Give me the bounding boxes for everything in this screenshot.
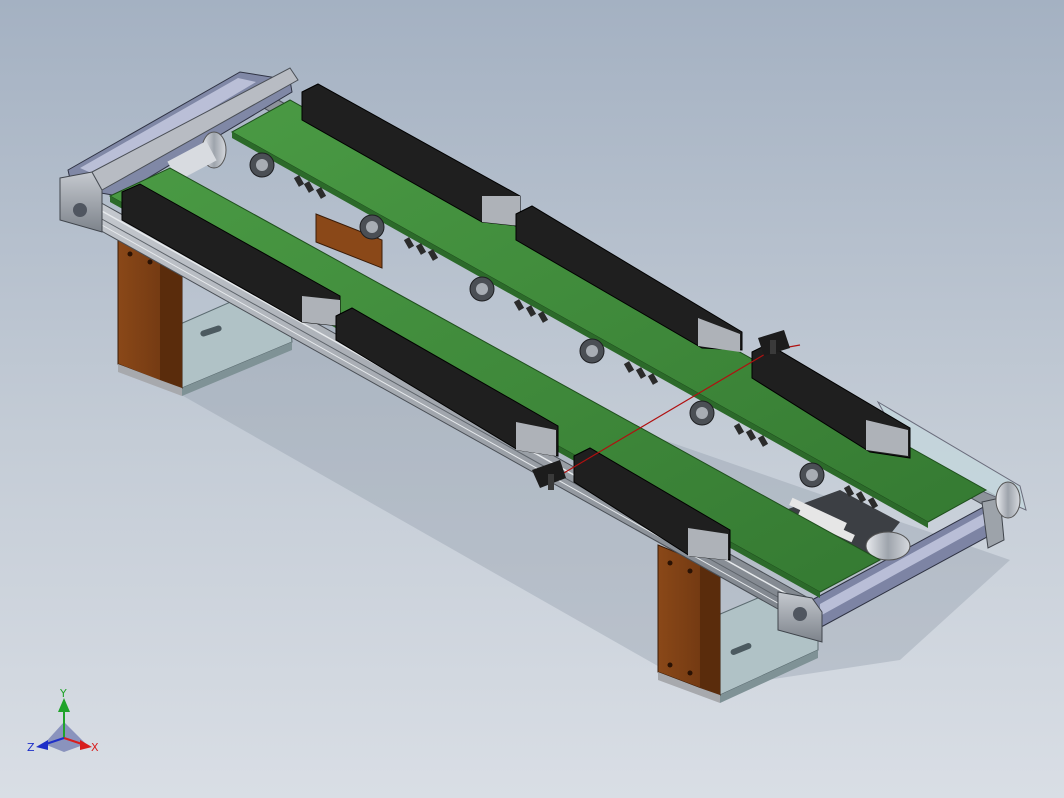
left-end-plate	[59, 171, 103, 233]
y-axis-arrow	[58, 698, 70, 712]
cad-viewport[interactable]: Y X Z	[0, 0, 1064, 798]
conveyor-model[interactable]: Y X Z	[0, 0, 1064, 798]
z-axis-arrow	[36, 740, 48, 750]
z-axis-label: Z	[27, 741, 35, 754]
axis-triad[interactable]: Y X Z	[27, 687, 99, 754]
back-photo-sensor[interactable]	[758, 330, 790, 356]
y-axis-label: Y	[59, 687, 67, 700]
x-axis-label: X	[91, 741, 99, 754]
tail-roller	[995, 481, 1021, 519]
